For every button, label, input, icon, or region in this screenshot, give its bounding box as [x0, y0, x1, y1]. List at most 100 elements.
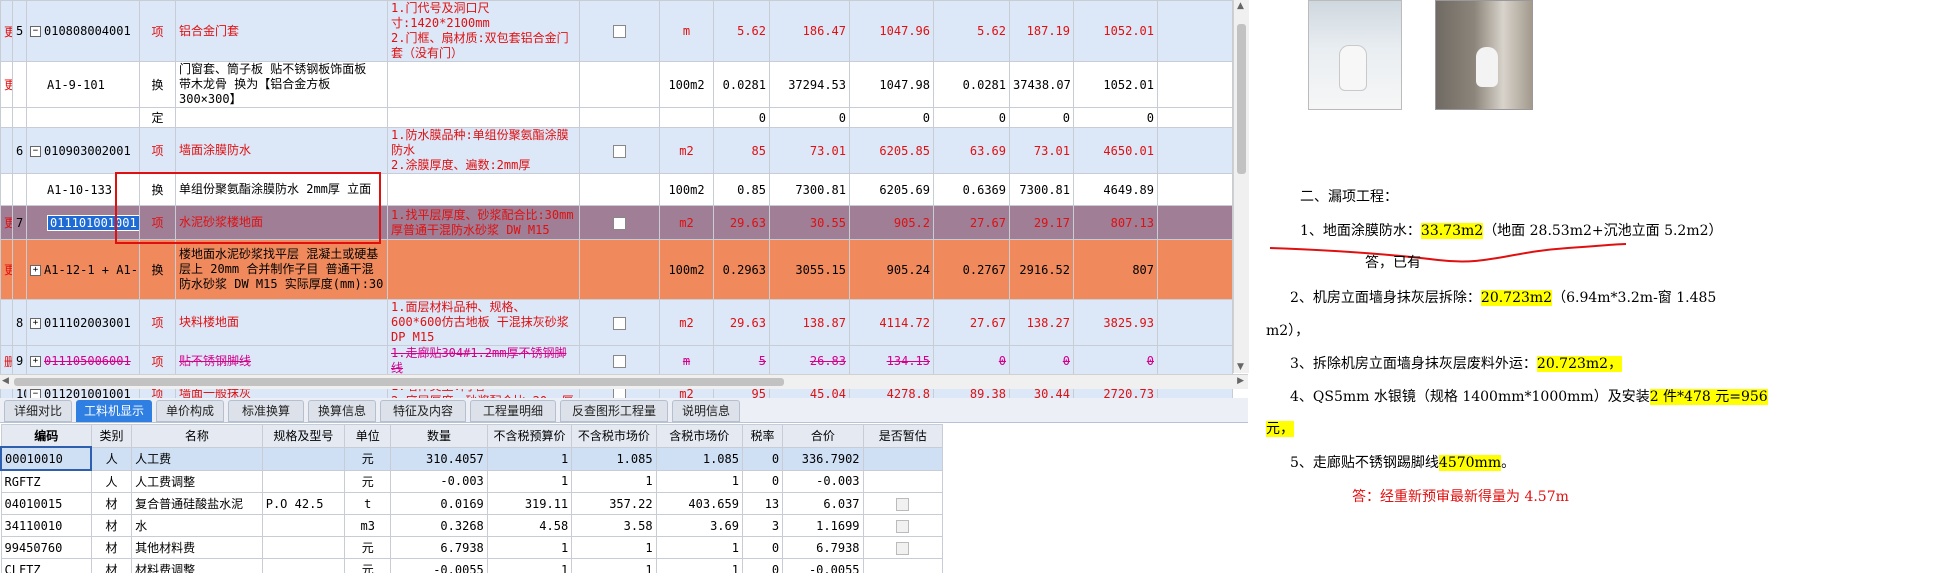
item-total-2[interactable]: 1052.01 — [1073, 0, 1158, 62]
material-cell[interactable]: 人工费 — [131, 446, 263, 471]
item-checkbox[interactable] — [579, 205, 660, 240]
item-category[interactable]: 换 — [139, 239, 176, 300]
material-cell[interactable]: 元 — [344, 558, 392, 573]
material-cell[interactable]: 1 — [486, 558, 573, 573]
material-cell[interactable]: 元 — [344, 469, 392, 493]
item-code[interactable] — [26, 107, 140, 128]
row-number[interactable]: 5 — [12, 0, 27, 62]
column-header[interactable]: 编码 — [0, 424, 92, 448]
item-unit[interactable]: m — [659, 0, 714, 62]
column-header[interactable]: 类别 — [90, 424, 133, 448]
row-number[interactable]: 7 — [12, 205, 27, 240]
item-checkbox[interactable] — [579, 107, 660, 128]
item-total[interactable]: 1047.98 — [849, 61, 934, 108]
material-cell[interactable] — [261, 469, 346, 493]
item-quantity-2[interactable]: 63.69 — [933, 127, 1010, 174]
material-row[interactable]: RGFTZ 人人工费调整元 -0.003 1 1 1 0 -0.003 — [0, 469, 944, 493]
material-cell[interactable]: -0.0055 — [782, 558, 864, 573]
collapse-icon[interactable]: − — [30, 26, 41, 37]
tab-5[interactable]: 特征及内容 — [380, 400, 466, 422]
item-unit[interactable]: 100m2 — [659, 61, 714, 108]
material-cell[interactable]: 6.037 — [782, 492, 864, 515]
material-cell[interactable]: 0 — [741, 469, 784, 493]
material-cell[interactable] — [261, 446, 346, 471]
tab-6[interactable]: 工程量明细 — [470, 400, 556, 422]
column-header[interactable]: 合价 — [782, 424, 864, 448]
row-number[interactable]: 9 — [12, 345, 27, 377]
item-quantity-2[interactable]: 0 — [933, 107, 1010, 128]
item-total[interactable]: 6205.85 — [849, 127, 934, 174]
horizontal-scroll-thumb[interactable] — [14, 378, 784, 386]
item-name[interactable] — [175, 107, 388, 128]
column-header[interactable]: 数量 — [390, 424, 488, 448]
row-number[interactable] — [12, 173, 27, 206]
material-cell[interactable]: CLFTZ — [0, 558, 92, 573]
material-cell[interactable] — [261, 514, 346, 537]
item-code[interactable]: 011101001001 — [26, 205, 140, 240]
item-feature[interactable]: 1.面层材料品种、规格、600*600仿古地板 干混抹灰砂浆 DP M15 — [387, 299, 580, 346]
row-filler[interactable] — [1157, 0, 1233, 62]
item-name[interactable]: 贴不锈钢脚线 — [175, 345, 388, 377]
column-header[interactable]: 规格及型号 — [261, 424, 346, 448]
material-cell[interactable]: 0 — [741, 446, 784, 471]
item-quantity-2[interactable]: 5.62 — [933, 0, 1010, 62]
item-category[interactable]: 项 — [139, 205, 176, 240]
material-cell[interactable]: -0.0055 — [390, 558, 488, 573]
item-unit[interactable] — [659, 107, 714, 128]
bill-row[interactable]: 定000000 — [0, 107, 1233, 128]
item-unit-price-2[interactable]: 0 — [1009, 345, 1074, 377]
bill-row[interactable]: 更 A1-9-101 换门窗套、筒子板 贴不锈钢板饰面板 带木龙骨 换为【铝合金方板… — [0, 61, 1233, 108]
material-cell[interactable]: 357.22 — [571, 492, 657, 515]
expand-icon[interactable]: + — [30, 356, 41, 367]
item-unit-price-2[interactable]: 37438.07 — [1009, 61, 1074, 108]
item-name[interactable]: 铝合金门套 — [175, 0, 388, 62]
item-unit-price-2[interactable]: 73.01 — [1009, 127, 1074, 174]
bill-row[interactable]: 6−010903002001 项墙面涂膜防水 1.防水膜品种:单组份聚氨酯涂膜防水 2… — [0, 127, 1233, 174]
row-status-flag[interactable]: 删 — [0, 345, 13, 377]
item-quantity-2[interactable]: 27.67 — [933, 299, 1010, 346]
row-status-flag[interactable] — [0, 173, 13, 206]
item-total-2[interactable]: 4649.89 — [1073, 173, 1158, 206]
item-category[interactable]: 定 — [139, 107, 176, 128]
material-cell[interactable]: 319.11 — [486, 492, 573, 515]
item-feature[interactable] — [387, 107, 580, 128]
item-category[interactable]: 项 — [139, 0, 176, 62]
item-total-2[interactable]: 807 — [1073, 239, 1158, 300]
tab-2[interactable]: 单价构成 — [156, 400, 224, 422]
material-cell[interactable]: 1 — [486, 536, 573, 559]
item-unit-price-2[interactable]: 2916.52 — [1009, 239, 1074, 300]
item-unit[interactable]: m — [659, 345, 714, 377]
item-unit-price[interactable]: 0 — [769, 107, 850, 128]
material-cell[interactable]: RGFTZ — [0, 469, 92, 493]
item-category[interactable]: 项 — [139, 127, 176, 174]
item-feature[interactable]: 1.走廊贴304#1.2mm厚不锈钢脚线 — [387, 345, 580, 377]
material-cell[interactable] — [862, 514, 944, 537]
item-category[interactable]: 换 — [139, 173, 176, 206]
item-feature[interactable]: 1.防水膜品种:单组份聚氨酯涂膜防水 2.涂膜厚度、遍数:2mm厚 — [387, 127, 580, 174]
item-code[interactable]: −010808004001 — [26, 0, 140, 62]
item-unit-price[interactable]: 73.01 — [769, 127, 850, 174]
material-cell[interactable]: t — [344, 492, 392, 515]
item-name[interactable]: 墙面涂膜防水 — [175, 127, 388, 174]
material-cell[interactable] — [261, 536, 346, 559]
bill-row[interactable]: 更5−010808004001项铝合金门套1.门代号及洞口尺寸:1420*210… — [0, 0, 1233, 62]
row-status-flag[interactable]: 更 — [0, 61, 13, 108]
item-code[interactable]: +A1-12-1 + A1-12-3 * 2 — [26, 239, 140, 300]
material-cell[interactable]: 13 — [741, 492, 784, 515]
item-total[interactable]: 905.24 — [849, 239, 934, 300]
item-quantity[interactable]: 5 — [713, 345, 770, 377]
row-number[interactable] — [12, 61, 27, 108]
bill-row[interactable]: 更+A1-12-1 + A1-12-3 * 2换楼地面水泥砂浆找平层 混凝土或硬… — [0, 239, 1233, 300]
material-row[interactable]: 04010015 材复合普通硅酸盐水泥 P.O 42.5 t 0.0169 319.11 3… — [0, 492, 944, 515]
item-code[interactable]: −010903002001 — [26, 127, 140, 174]
row-status-flag[interactable] — [0, 299, 13, 346]
item-total[interactable]: 0 — [849, 107, 934, 128]
item-quantity[interactable]: 85 — [713, 127, 770, 174]
item-code[interactable]: +011105006001 — [26, 345, 140, 377]
row-filler[interactable] — [1157, 205, 1233, 240]
material-cell[interactable]: 0.3268 — [390, 514, 488, 537]
material-cell[interactable]: 1.085 — [571, 446, 657, 471]
material-cell[interactable]: 3.58 — [571, 514, 657, 537]
checkbox-icon[interactable] — [613, 25, 626, 38]
material-cell[interactable] — [862, 558, 944, 573]
